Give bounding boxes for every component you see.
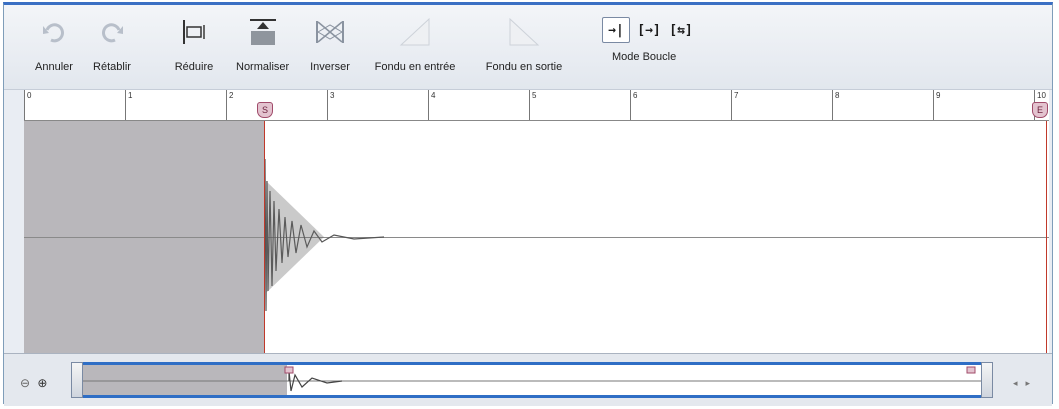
ruler-tick: 6 <box>630 90 637 120</box>
overview-left-handle[interactable] <box>71 362 83 398</box>
ruler-tick: 5 <box>529 90 536 120</box>
normalize-icon <box>243 15 283 49</box>
ruler-tick: 1 <box>125 90 132 120</box>
fade-out-button[interactable]: Fondu en sortie <box>479 15 569 73</box>
redo-icon <box>92 15 132 49</box>
time-ruler[interactable]: 0 1 2 3 4 5 6 7 8 9 10 S E <box>24 90 1049 121</box>
zoom-controls: ⊖ ⊕ <box>20 376 47 390</box>
ruler-tick: 2 <box>226 90 233 120</box>
start-line <box>264 121 265 353</box>
ruler-tick: 3 <box>327 90 334 120</box>
ruler-tick: 9 <box>933 90 940 120</box>
fade-in-icon <box>370 15 460 49</box>
loop-mode-label: Mode Boucle <box>612 51 677 63</box>
loop-mode-loop-button[interactable]: [→] <box>636 18 662 42</box>
trim-label: Réduire <box>174 61 214 73</box>
toolbar: Annuler Rétablir Réduire Normaliser Inve <box>4 5 1052 90</box>
waveform-view[interactable] <box>24 121 1049 353</box>
overview-waveform <box>77 366 987 392</box>
ruler-tick: 7 <box>731 90 738 120</box>
start-marker[interactable]: S <box>257 102 273 118</box>
overview-bar: ⊖ ⊕ ◂▸ <box>4 353 1052 406</box>
trim-button[interactable]: Réduire <box>174 15 214 73</box>
loop-mode-group: →| [→] [⇆] Mode Boucle <box>602 17 702 63</box>
fade-in-label: Fondu en entrée <box>374 61 456 73</box>
zoom-in-icon[interactable]: ⊕ <box>37 376 47 390</box>
loop-mode-off-button[interactable]: →| <box>602 17 630 43</box>
overview-right-handle[interactable] <box>981 362 993 398</box>
redo-button[interactable]: Rétablir <box>92 15 132 73</box>
overview-scroll[interactable] <box>71 362 993 398</box>
undo-label: Annuler <box>35 61 73 73</box>
zoom-out-icon[interactable]: ⊖ <box>20 376 30 390</box>
waveform <box>264 158 385 312</box>
ruler-tick: 4 <box>428 90 435 120</box>
reverse-button[interactable]: Inverser <box>310 15 350 73</box>
undo-icon <box>34 15 74 49</box>
fade-in-button[interactable]: Fondu en entrée <box>370 15 460 73</box>
fade-out-label: Fondu en sortie <box>485 61 563 73</box>
ruler-tick: 8 <box>832 90 839 120</box>
trim-icon <box>174 15 214 49</box>
end-marker[interactable]: E <box>1032 102 1048 118</box>
normalize-button[interactable]: Normaliser <box>236 15 289 73</box>
audio-editor-window: Annuler Rétablir Réduire Normaliser Inve <box>3 2 1053 406</box>
normalize-label: Normaliser <box>236 61 290 73</box>
reverse-icon <box>310 15 350 49</box>
scroll-arrows[interactable]: ◂▸ <box>1013 378 1038 389</box>
undo-button[interactable]: Annuler <box>34 15 74 73</box>
reverse-label: Inverser <box>310 61 350 73</box>
fade-out-icon <box>479 15 569 49</box>
scroll-left-icon[interactable]: ◂ <box>1013 378 1026 388</box>
end-line <box>1046 121 1047 353</box>
redo-label: Rétablir <box>93 61 131 73</box>
scroll-right-icon[interactable]: ▸ <box>1025 378 1038 388</box>
ruler-tick: 0 <box>24 90 31 120</box>
loop-mode-pingpong-button[interactable]: [⇆] <box>668 18 694 42</box>
